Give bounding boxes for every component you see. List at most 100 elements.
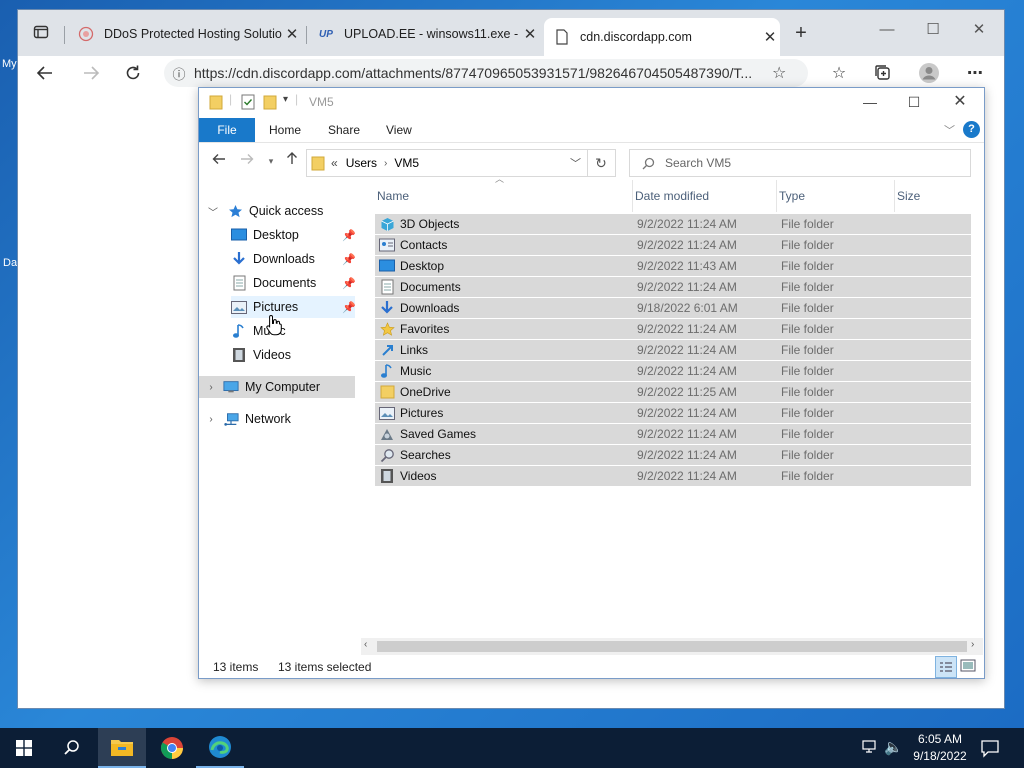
scroll-right-icon[interactable]: ›	[971, 639, 974, 650]
minimize-icon[interactable]: —	[847, 90, 893, 114]
nav-network[interactable]: › Network	[209, 408, 291, 430]
pin-icon[interactable]: 📌	[342, 301, 356, 314]
new-tab-icon[interactable]: +	[786, 19, 816, 47]
table-row[interactable]: Saved Games 9/2/2022 11:24 AM File folder	[375, 424, 971, 445]
properties-icon[interactable]	[241, 94, 255, 113]
up-icon[interactable]	[282, 151, 302, 171]
scrollbar-thumb[interactable]	[377, 641, 967, 652]
nav-my-computer[interactable]: › My Computer	[199, 376, 355, 398]
tab-discord-cdn[interactable]: cdn.discordapp.com ✕	[544, 18, 780, 56]
tab-share[interactable]: Share	[316, 118, 372, 142]
file-name[interactable]: Music	[379, 361, 631, 381]
file-name[interactable]: 3D Objects	[379, 214, 631, 234]
pin-icon[interactable]: 📌	[342, 229, 356, 242]
file-name[interactable]: Saved Games	[379, 424, 631, 444]
address-breadcrumb[interactable]: « Users › VM5 ﹀	[306, 149, 588, 177]
column-type[interactable]: Type	[777, 180, 895, 212]
column-size[interactable]: Size	[895, 180, 975, 212]
file-name[interactable]: Videos	[379, 466, 631, 486]
clock[interactable]: 6:05 AM 9/18/2022	[905, 731, 975, 765]
close-window-icon[interactable]: ✕	[937, 90, 983, 114]
close-tab-icon[interactable]: ✕	[520, 25, 540, 43]
url-text[interactable]: https://cdn.discordapp.com/attachments/8…	[194, 65, 754, 81]
nav-pictures[interactable]: Pictures	[231, 296, 355, 318]
table-row[interactable]: Pictures 9/2/2022 11:24 AM File folder	[375, 403, 971, 424]
breadcrumb-vm5[interactable]: VM5	[394, 156, 419, 170]
tab-view[interactable]: View	[374, 118, 424, 142]
search-box[interactable]: Search VM5	[629, 149, 971, 177]
table-row[interactable]: Favorites 9/2/2022 11:24 AM File folder	[375, 319, 971, 340]
favorites-icon[interactable]: ☆	[824, 59, 854, 87]
tab-upload[interactable]: UP UPLOAD.EE - winsows11.exe - D ✕	[308, 16, 540, 52]
desktop-icon-label[interactable]: My	[2, 58, 17, 70]
back-icon[interactable]	[30, 59, 60, 87]
info-icon[interactable]: ⓘ	[164, 64, 194, 83]
more-options-icon[interactable]: ⋯	[960, 59, 990, 87]
table-row[interactable]: Desktop 9/2/2022 11:43 AM File folder	[375, 256, 971, 277]
close-window-icon[interactable]: ✕	[956, 16, 1002, 44]
close-tab-icon[interactable]: ✕	[760, 28, 780, 46]
desktop-icon-label[interactable]: Da	[3, 257, 17, 269]
file-name[interactable]: Documents	[379, 277, 631, 297]
notifications-icon[interactable]	[980, 738, 1000, 761]
nav-videos[interactable]: Videos	[231, 344, 291, 366]
refresh-icon[interactable]	[118, 59, 148, 87]
tab-ddos[interactable]: DDoS Protected Hosting Solution ✕	[68, 16, 302, 52]
table-row[interactable]: Documents 9/2/2022 11:24 AM File folder	[375, 277, 971, 298]
breadcrumb-separator-icon[interactable]: ›	[384, 158, 387, 169]
file-explorer-taskbar-icon[interactable]	[98, 728, 146, 768]
nav-downloads[interactable]: Downloads	[231, 248, 315, 270]
maximize-icon[interactable]: ☐	[891, 90, 937, 114]
table-row[interactable]: Music 9/2/2022 11:24 AM File folder	[375, 361, 971, 382]
back-icon[interactable]	[209, 151, 229, 171]
forward-icon[interactable]	[237, 151, 257, 171]
large-icons-view-icon[interactable]	[959, 657, 979, 677]
table-row[interactable]: OneDrive 9/2/2022 11:25 AM File folder	[375, 382, 971, 403]
file-name[interactable]: Contacts	[379, 235, 631, 255]
table-row[interactable]: Searches 9/2/2022 11:24 AM File folder	[375, 445, 971, 466]
chrome-icon[interactable]	[148, 728, 196, 768]
refresh-icon[interactable]: ↻	[587, 149, 616, 177]
file-name[interactable]: OneDrive	[379, 382, 631, 402]
close-tab-icon[interactable]: ✕	[282, 25, 302, 43]
horizontal-scrollbar[interactable]: ‹ ›	[361, 638, 983, 655]
pin-icon[interactable]: 📌	[342, 277, 356, 290]
table-row[interactable]: 3D Objects 9/2/2022 11:24 AM File folder	[375, 214, 971, 235]
tab-file[interactable]: File	[199, 118, 255, 142]
tab-home[interactable]: Home	[257, 118, 313, 142]
breadcrumb-users[interactable]: Users	[346, 156, 377, 170]
file-name[interactable]: Desktop	[379, 256, 631, 276]
recent-locations-icon[interactable]: ▾	[261, 151, 281, 171]
column-date-modified[interactable]: Date modified	[633, 180, 777, 212]
nav-desktop[interactable]: Desktop	[231, 224, 299, 246]
help-icon[interactable]: ?	[963, 121, 980, 138]
quick-access-toolbar-dropdown-icon[interactable]: ▾	[283, 94, 288, 105]
new-folder-icon[interactable]	[263, 94, 277, 113]
edge-icon[interactable]	[196, 728, 244, 768]
network-status-icon[interactable]	[862, 739, 880, 758]
file-name[interactable]: Pictures	[379, 403, 631, 423]
forward-icon[interactable]	[76, 59, 106, 87]
table-row[interactable]: Links 9/2/2022 11:24 AM File folder	[375, 340, 971, 361]
breadcrumb-overflow[interactable]: «	[331, 156, 338, 170]
expand-icon[interactable]: ›	[205, 414, 217, 425]
table-row[interactable]: Downloads 9/18/2022 6:01 AM File folder	[375, 298, 971, 319]
nav-quick-access[interactable]: ﹀ Quick access	[208, 200, 323, 222]
details-view-icon[interactable]	[935, 656, 957, 678]
expand-icon[interactable]: ›	[205, 382, 217, 393]
volume-icon[interactable]: 🔈	[884, 738, 903, 756]
start-icon[interactable]	[0, 728, 48, 768]
file-name[interactable]: Downloads	[379, 298, 631, 318]
file-name[interactable]: Links	[379, 340, 631, 360]
nav-documents[interactable]: Documents	[231, 272, 316, 294]
table-row[interactable]: Videos 9/2/2022 11:24 AM File folder	[375, 466, 971, 487]
add-favorite-icon[interactable]: ☆	[772, 63, 786, 83]
expand-ribbon-icon[interactable]: ﹀	[944, 122, 955, 138]
collapse-icon[interactable]: ﹀	[207, 204, 219, 219]
table-row[interactable]: Contacts 9/2/2022 11:24 AM File folder	[375, 235, 971, 256]
maximize-icon[interactable]: ☐	[910, 16, 956, 44]
profile-avatar-icon[interactable]	[914, 59, 944, 87]
pin-icon[interactable]: 📌	[342, 253, 356, 266]
collections-icon[interactable]	[868, 59, 898, 87]
tab-actions-icon[interactable]	[26, 18, 56, 46]
